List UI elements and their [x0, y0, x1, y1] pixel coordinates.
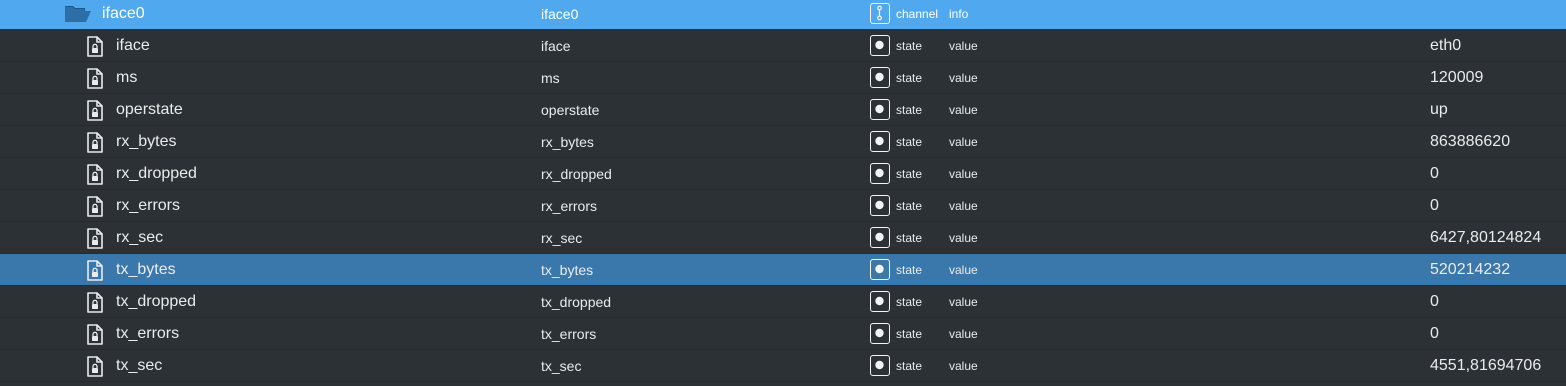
state-type: state [896, 327, 923, 341]
state-type-icon [870, 291, 890, 312]
state-name: rx_bytes [116, 133, 177, 150]
state-role[interactable]: value [949, 190, 978, 222]
file-lock-icon [86, 36, 104, 57]
state-value[interactable]: 520214232 [1430, 254, 1510, 286]
state-value[interactable]: 4551,81694706 [1430, 350, 1541, 382]
state-type-icon [870, 67, 890, 88]
state-name: tx_sec [116, 357, 163, 374]
state-name: tx_dropped [116, 293, 197, 310]
state-value[interactable]: 0 [1430, 318, 1439, 350]
state-id: tx_sec [541, 358, 582, 374]
state-row-operstate[interactable]: operstate operstate state value up [0, 94, 1566, 126]
state-value[interactable]: 0 [1430, 158, 1439, 190]
state-type-icon [870, 35, 890, 56]
state-value[interactable]: 0 [1430, 286, 1439, 318]
state-name: ms [116, 69, 138, 86]
state-type: state [896, 295, 923, 309]
state-type: state [896, 167, 923, 181]
state-name: rx_dropped [116, 165, 197, 182]
file-lock-icon [86, 68, 104, 89]
state-type: state [896, 231, 923, 245]
channel-type: channel [896, 7, 939, 21]
state-type: state [896, 71, 923, 85]
state-role[interactable]: value [949, 158, 978, 190]
state-type-icon [870, 99, 890, 120]
state-type: state [896, 263, 923, 277]
state-row-ms[interactable]: ms ms state value 120009 [0, 62, 1566, 94]
state-type: state [896, 359, 923, 373]
state-row-rx-bytes[interactable]: rx_bytes rx_bytes state value 863886620 [0, 126, 1566, 158]
state-id: iface [541, 38, 571, 54]
state-row-tx-bytes[interactable]: tx_bytes tx_bytes state value 520214232 [0, 254, 1566, 286]
state-id: tx_dropped [541, 294, 612, 310]
state-name: tx_bytes [116, 261, 176, 278]
folder-open-icon[interactable] [64, 4, 92, 24]
object-tree: iface0 iface0 channel info iface iface sta… [0, 0, 1566, 386]
state-role[interactable]: value [949, 126, 978, 158]
state-role[interactable]: value [949, 94, 978, 126]
state-value[interactable]: eth0 [1430, 30, 1461, 62]
file-lock-icon [86, 228, 104, 249]
state-row-rx-sec[interactable]: rx_sec rx_sec state value 6427,80124824 [0, 222, 1566, 254]
state-value[interactable]: 6427,80124824 [1430, 222, 1541, 254]
channel-id: iface0 [541, 6, 579, 22]
file-lock-icon [86, 324, 104, 345]
state-name: tx_errors [116, 325, 180, 342]
channel-type-icon [870, 3, 890, 24]
state-name: rx_errors [116, 197, 181, 214]
file-lock-icon [86, 100, 104, 121]
state-name: iface [116, 37, 150, 54]
state-row-rx-dropped[interactable]: rx_dropped rx_dropped state value 0 [0, 158, 1566, 190]
state-row-tx-dropped[interactable]: tx_dropped tx_dropped state value 0 [0, 286, 1566, 318]
state-type-icon [870, 163, 890, 184]
state-role[interactable]: value [949, 62, 978, 94]
state-value[interactable]: 120009 [1430, 62, 1483, 94]
channel-row-iface0[interactable]: iface0 iface0 channel info [0, 0, 1566, 29]
state-id: tx_bytes [541, 262, 594, 278]
state-name: rx_sec [116, 229, 164, 246]
state-type-icon [870, 355, 890, 376]
state-role[interactable]: value [949, 222, 978, 254]
state-id: rx_errors [541, 198, 598, 214]
state-type: state [896, 103, 923, 117]
state-name: operstate [116, 101, 183, 118]
channel-name: iface0 [102, 5, 145, 22]
state-role[interactable]: value [949, 30, 978, 62]
state-value[interactable]: 863886620 [1430, 126, 1510, 158]
state-role[interactable]: value [949, 350, 978, 382]
state-row-tx-errors[interactable]: tx_errors tx_errors state value 0 [0, 318, 1566, 350]
state-id: tx_errors [541, 326, 597, 342]
state-type: state [896, 39, 923, 53]
state-role[interactable]: value [949, 286, 978, 318]
state-type: state [896, 135, 923, 149]
state-id: rx_dropped [541, 166, 612, 182]
state-type-icon [870, 227, 890, 248]
state-id: ms [541, 70, 560, 86]
file-lock-icon [86, 292, 104, 313]
channel-role: info [949, 7, 969, 21]
state-id: rx_bytes [541, 134, 594, 150]
state-id: rx_sec [541, 230, 583, 246]
state-value[interactable]: up [1430, 94, 1448, 126]
state-role[interactable]: value [949, 318, 978, 350]
state-type: state [896, 199, 923, 213]
file-lock-icon [86, 356, 104, 377]
file-lock-icon [86, 260, 104, 281]
state-type-icon [870, 131, 890, 152]
state-row-iface[interactable]: iface iface state value eth0 [0, 30, 1566, 62]
file-lock-icon [86, 196, 104, 217]
file-lock-icon [86, 164, 104, 185]
state-type-icon [870, 195, 890, 216]
state-row-rx-errors[interactable]: rx_errors rx_errors state value 0 [0, 190, 1566, 222]
state-type-icon [870, 323, 890, 344]
state-id: operstate [541, 102, 600, 118]
file-lock-icon [86, 132, 104, 153]
state-row-tx-sec[interactable]: tx_sec tx_sec state value 4551,81694706 [0, 350, 1566, 382]
state-value[interactable]: 0 [1430, 190, 1439, 222]
state-role[interactable]: value [949, 254, 978, 286]
state-type-icon [870, 259, 890, 280]
